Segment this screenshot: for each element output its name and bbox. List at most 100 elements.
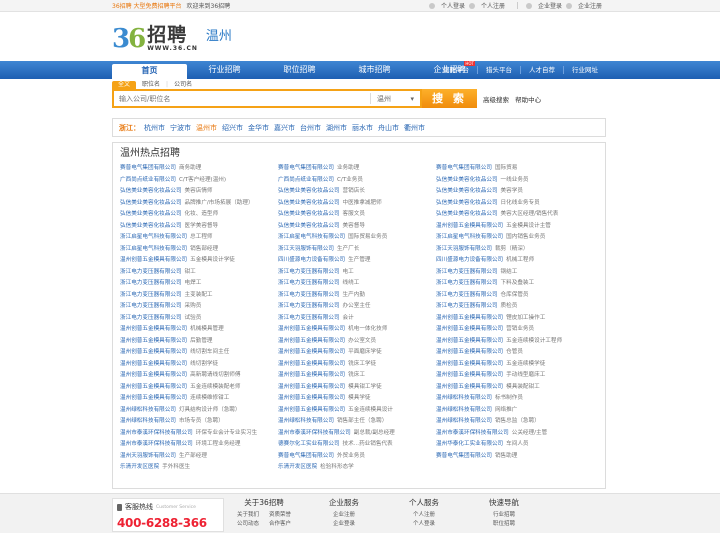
job-title-link[interactable]: 线切割车间主任 [190,349,229,355]
job-company-link[interactable]: 温州创普五金模具有限公司 [436,338,503,344]
job-company-link[interactable]: 温州绿松科技有限公司 [278,418,334,424]
job-company-link[interactable]: 温州创普五金模具有限公司 [278,372,345,378]
job-company-link[interactable]: 赛普电气集团有限公司 [278,453,334,459]
footer-link[interactable]: 职位招聘 [464,520,544,529]
job-company-link[interactable]: 温州创普五金模具有限公司 [120,257,187,263]
job-company-link[interactable]: 温州绿松科技有限公司 [120,418,176,424]
nav-industry[interactable]: 行业招聘 [187,63,262,79]
job-company-link[interactable]: 弘信美业美容化妆品公司 [278,211,340,217]
footer-link[interactable]: 个人注册 [384,511,464,520]
job-title-link[interactable]: 模具学徒 [348,395,370,401]
job-title-link[interactable]: 网络推广 [495,407,517,413]
job-title-link[interactable]: 日化线业务专员 [501,200,540,206]
job-company-link[interactable]: 温州创普五金模具有限公司 [278,384,345,390]
job-company-link[interactable]: 温州创普五金模具有限公司 [278,395,345,401]
job-title-link[interactable]: 副总裁/副总经理 [354,430,395,436]
job-company-link[interactable]: 赛普电气集团有限公司 [278,165,334,171]
city-link[interactable]: 宁波市 [170,123,191,133]
job-company-link[interactable]: 温州创普五金模具有限公司 [120,372,187,378]
job-title-link[interactable]: 环境工程业务经理 [196,441,241,447]
job-title-link[interactable]: 钢结工 [501,269,518,275]
job-title-link[interactable]: 美容店情师 [185,188,213,194]
footer-link[interactable]: 行业招聘 [464,511,544,520]
job-title-link[interactable]: 销售部经理 [190,246,218,252]
job-title-link[interactable]: 国际贸易 [495,165,517,171]
job-company-link[interactable]: 浙江启星电气科技有限公司 [278,234,345,240]
job-title-link[interactable]: 国际贸易业务员 [348,234,387,240]
job-company-link[interactable]: 温州创普五金模具有限公司 [436,384,503,390]
job-title-link[interactable]: 机械工程师 [506,257,534,263]
job-title-link[interactable]: 质检员 [501,303,518,309]
nav-position[interactable]: 职位招聘 [262,63,337,79]
job-title-link[interactable]: 国内销售业务员 [506,234,545,240]
job-company-link[interactable]: 浙江电力变压器有限公司 [278,269,340,275]
job-title-link[interactable]: 会计 [343,315,354,321]
person-login-link[interactable]: 个人登录 [441,1,465,10]
job-title-link[interactable]: 手外科医生 [162,464,190,470]
job-company-link[interactable]: 温州创普五金模具有限公司 [436,326,503,332]
job-company-link[interactable]: 浙江电力变压器有限公司 [278,280,340,286]
job-title-link[interactable]: 营销业务员 [506,326,534,332]
job-title-link[interactable]: 销售助理 [495,453,517,459]
job-title-link[interactable]: 铣床工 [348,372,365,378]
job-title-link[interactable]: 检验科形态学 [320,464,354,470]
job-title-link[interactable]: 模具装配钳工 [506,384,540,390]
job-company-link[interactable]: 浙江电力变压器有限公司 [436,303,498,309]
job-title-link[interactable]: 美容大区经理/销售代表 [501,211,559,217]
job-title-link[interactable]: 试验员 [185,315,202,321]
city-link[interactable]: 金华市 [248,123,269,133]
job-title-link[interactable]: 后勤管理 [190,338,212,344]
job-title-link[interactable]: 中医推拿减肥师 [343,200,382,206]
job-title-link[interactable]: 主变装配工 [185,292,213,298]
job-company-link[interactable]: 温州创普五金模具有限公司 [278,349,345,355]
job-title-link[interactable]: 高新聘请线切割师傅 [190,372,240,378]
job-title-link[interactable]: 钳工 [185,269,196,275]
job-title-link[interactable]: 美容督导 [343,223,365,229]
search-input[interactable] [114,94,370,103]
job-title-link[interactable]: 模具钳工学徒 [348,384,382,390]
job-company-link[interactable]: 浙江电力变压器有限公司 [278,315,340,321]
search-tab-company[interactable]: 公司名 [168,81,198,89]
job-company-link[interactable]: 赛普电气集团有限公司 [436,453,492,459]
job-title-link[interactable]: 一线业务员 [501,177,529,183]
job-company-link[interactable]: 温州创普五金模具有限公司 [436,372,503,378]
job-title-link[interactable]: C/T业务员 [337,177,363,183]
job-title-link[interactable]: 仓管员 [506,349,523,355]
city-link[interactable]: 绍兴市 [222,123,243,133]
job-company-link[interactable]: 温州创普五金模具有限公司 [120,349,187,355]
job-company-link[interactable]: 温州创普五金模具有限公司 [278,338,345,344]
footer-link[interactable]: 关于我们 [237,511,259,520]
job-title-link[interactable]: C/T客户经理(温州) [179,177,226,183]
nav-right-industry-sites[interactable]: 行业网址 [563,66,606,74]
job-company-link[interactable]: 弘信美业美容化妆品公司 [120,211,182,217]
city-link[interactable]: 舟山市 [378,123,399,133]
job-title-link[interactable]: 五金连续模具设计 [348,407,393,413]
job-company-link[interactable]: 赛普电气集团有限公司 [120,165,176,171]
job-company-link[interactable]: 温州市泰溪环保科技有限公司 [120,441,193,447]
city-link[interactable]: 湖州市 [326,123,347,133]
job-company-link[interactable]: 温州创普五金模具有限公司 [120,338,187,344]
job-company-link[interactable]: 浙江电力变压器有限公司 [278,292,340,298]
job-company-link[interactable]: 浙江电力变压器有限公司 [120,303,182,309]
job-title-link[interactable]: 五金连续模学徒 [506,361,545,367]
job-company-link[interactable]: 浙江启星电气科技有限公司 [120,234,187,240]
job-company-link[interactable]: 温州创普五金模具有限公司 [120,395,187,401]
job-company-link[interactable]: 浙江电力变压器有限公司 [120,315,182,321]
job-title-link[interactable]: 灯具结构设计师（急聘） [179,407,241,413]
job-title-link[interactable]: 五金连续模装配老师 [190,384,240,390]
job-company-link[interactable]: 赛普电气集团有限公司 [436,165,492,171]
job-title-link[interactable]: 品牌推广/市场拓展（助理） [185,200,254,206]
job-company-link[interactable]: 浙江电力变压器有限公司 [436,280,498,286]
job-title-link[interactable]: 生产内勤 [343,292,365,298]
job-title-link[interactable]: 总工程师 [190,234,212,240]
job-company-link[interactable]: 温州创普五金模具有限公司 [436,315,503,321]
job-title-link[interactable]: 环保专业会计专业实习生 [196,430,258,436]
job-company-link[interactable]: 温州绿松科技有限公司 [436,418,492,424]
city-link[interactable]: 杭州市 [144,123,165,133]
job-title-link[interactable]: 手动线型磨床工 [506,372,545,378]
search-tab-fulltext[interactable]: 全文 [112,81,137,89]
job-company-link[interactable]: 弘信美业美容化妆品公司 [278,200,340,206]
job-company-link[interactable]: 德赛尔化工实业有限公司 [278,441,340,447]
job-title-link[interactable]: 平面磨床学徒 [348,349,382,355]
job-title-link[interactable]: 锂皮加工操作工 [506,315,545,321]
